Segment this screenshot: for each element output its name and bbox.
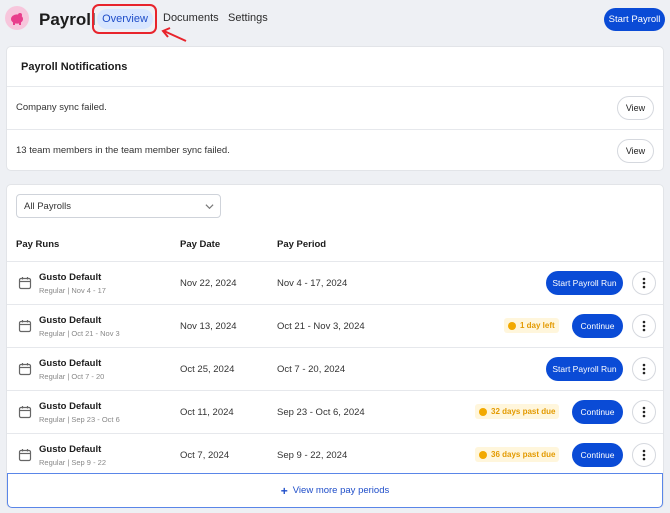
more-options-icon[interactable] [632, 357, 656, 381]
notification-item: 13 team members in the team member sync … [7, 129, 663, 172]
top-bar: Payroll Overview Documents Settings Star… [0, 0, 670, 42]
status-badge-text: 1 day left [520, 321, 555, 330]
calendar-icon [18, 320, 32, 333]
pay-period: Nov 4 - 17, 2024 [277, 278, 348, 289]
pay-date: Oct 7, 2024 [180, 450, 230, 461]
pay-run-subtitle: Regular | Oct 21 - Nov 3 [39, 329, 120, 338]
calendar-icon [18, 363, 32, 376]
continue-button[interactable]: Continue [572, 314, 623, 338]
chevron-down-icon [205, 204, 214, 210]
continue-button[interactable]: Continue [572, 443, 623, 467]
filter-value: All Payrolls [24, 200, 71, 212]
tab-overview[interactable]: Overview [97, 9, 153, 29]
arrow-annotation-icon [161, 27, 187, 42]
status-badge-text: 32 days past due [491, 407, 556, 416]
notifications-title: Payroll Notifications [21, 61, 128, 73]
tab-documents[interactable]: Documents [163, 12, 219, 24]
warning-icon [479, 407, 487, 416]
calendar-icon [18, 277, 32, 290]
more-options-icon[interactable] [632, 314, 656, 338]
start-payroll-button[interactable]: Start Payroll [604, 8, 665, 31]
table-row: Gusto Default Regular | Oct 21 - Nov 3 N… [7, 304, 663, 347]
table-row: Gusto Default Regular | Nov 4 - 17 Nov 2… [7, 261, 663, 304]
pay-date: Oct 11, 2024 [180, 407, 234, 418]
status-badge: 32 days past due [475, 404, 560, 419]
continue-button[interactable]: Continue [572, 400, 623, 424]
piggy-bank-icon [5, 6, 29, 30]
status-badge: 1 day left [504, 318, 559, 333]
table-row: Gusto Default Regular | Oct 7 - 20 Oct 2… [7, 347, 663, 390]
pay-run-subtitle: Regular | Sep 23 - Oct 6 [39, 415, 120, 424]
status-badge-text: 36 days past due [491, 450, 556, 459]
pay-run-name: Gusto Default [39, 401, 102, 412]
pay-run-name: Gusto Default [39, 444, 102, 455]
notification-text: 13 team members in the team member sync … [16, 145, 230, 156]
pay-period: Oct 21 - Nov 3, 2024 [277, 321, 365, 332]
view-more-pay-periods-button[interactable]: + View more pay periods [7, 473, 663, 508]
pay-run-subtitle: Regular | Oct 7 - 20 [39, 372, 105, 381]
column-header-pay-date: Pay Date [180, 239, 221, 250]
more-options-icon[interactable] [632, 271, 656, 295]
calendar-icon [18, 449, 32, 462]
more-options-icon[interactable] [632, 400, 656, 424]
start-payroll-run-button[interactable]: Start Payroll Run [546, 271, 623, 295]
column-header-pay-runs: Pay Runs [16, 239, 60, 250]
pay-run-name: Gusto Default [39, 272, 102, 283]
notification-item: Company sync failed. View [7, 86, 663, 129]
pay-period: Oct 7 - 20, 2024 [277, 364, 346, 375]
notifications-card: Payroll Notifications Company sync faile… [6, 46, 664, 171]
column-header-pay-period: Pay Period [277, 239, 327, 250]
warning-icon [479, 450, 487, 459]
notification-text: Company sync failed. [16, 102, 107, 113]
more-options-icon[interactable] [632, 443, 656, 467]
pay-date: Oct 25, 2024 [180, 364, 235, 375]
pay-run-subtitle: Regular | Sep 9 - 22 [39, 458, 106, 467]
calendar-icon [18, 406, 32, 419]
pay-run-name: Gusto Default [39, 315, 102, 326]
pay-date: Nov 13, 2024 [180, 321, 237, 332]
page-title: Payroll [39, 10, 96, 29]
view-notification-button[interactable]: View [617, 96, 654, 120]
pay-period: Sep 9 - 22, 2024 [277, 450, 348, 461]
pay-date: Nov 22, 2024 [180, 278, 237, 289]
table-row: Gusto Default Regular | Sep 23 - Oct 6 O… [7, 390, 663, 433]
pay-run-subtitle: Regular | Nov 4 - 17 [39, 286, 106, 295]
view-notification-button[interactable]: View [617, 139, 654, 163]
pay-run-name: Gusto Default [39, 358, 102, 369]
payroll-filter-select[interactable]: All Payrolls [16, 194, 221, 218]
plus-icon: + [280, 483, 288, 498]
warning-icon [508, 321, 516, 330]
table-row: Gusto Default Regular | Sep 9 - 22 Oct 7… [7, 433, 663, 476]
status-badge: 36 days past due [475, 447, 560, 462]
pay-period: Sep 23 - Oct 6, 2024 [277, 407, 365, 418]
view-more-label: View more pay periods [292, 485, 390, 496]
tab-settings[interactable]: Settings [228, 12, 268, 24]
start-payroll-run-button[interactable]: Start Payroll Run [546, 357, 623, 381]
pay-runs-card: All Payrolls Pay Runs Pay Date Pay Perio… [6, 184, 664, 508]
